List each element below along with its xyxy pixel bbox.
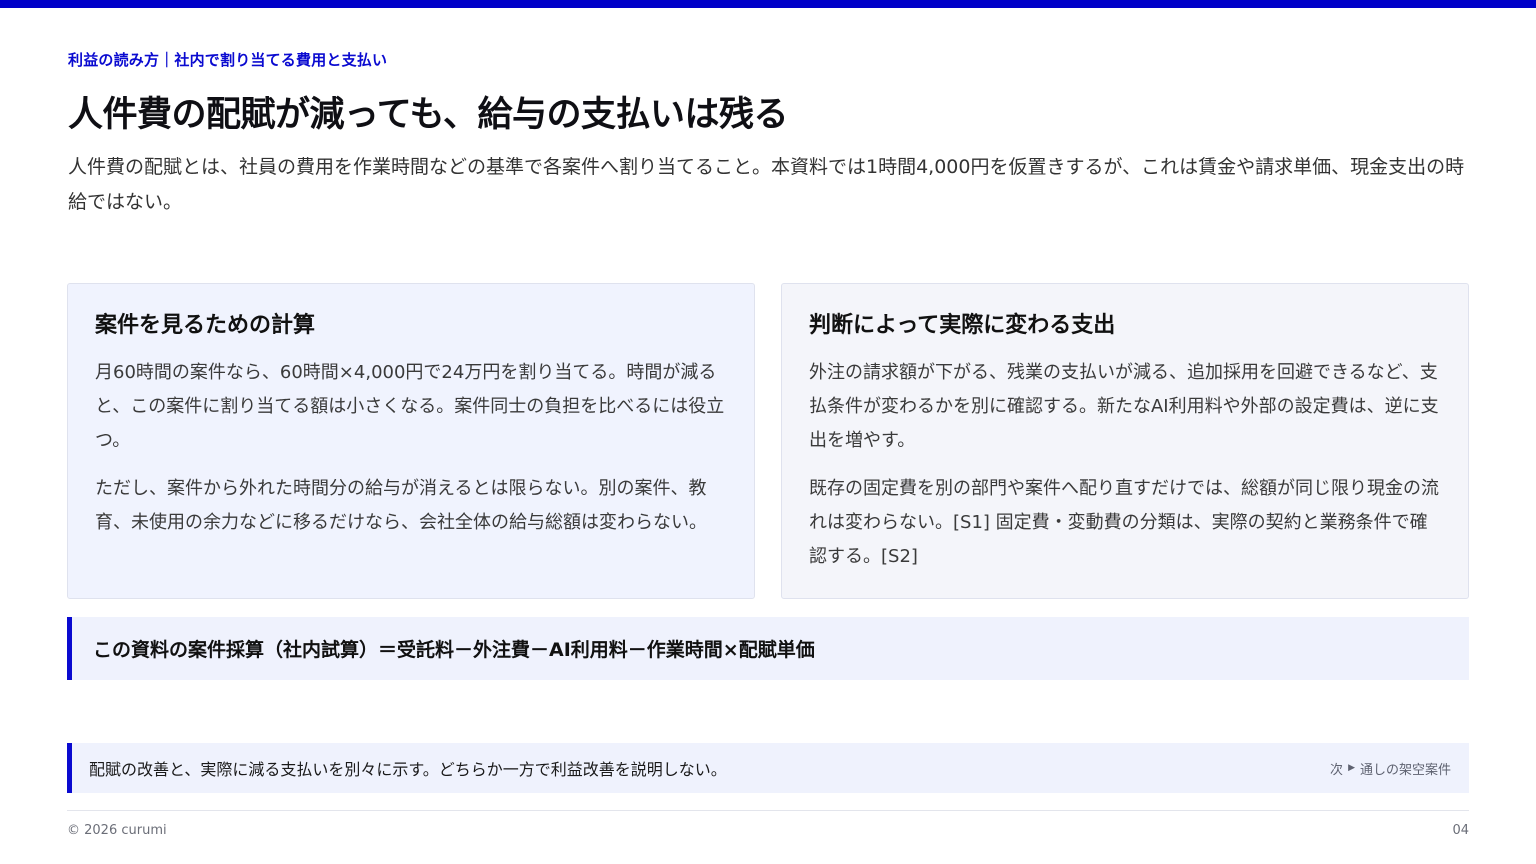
footer-divider <box>67 810 1469 811</box>
card-title: 案件を見るための計算 <box>95 313 316 338</box>
section-eyebrow: 利益の読み方｜社内で割り当てる費用と支払い <box>68 51 388 69</box>
top-accent-bar <box>0 0 1536 8</box>
card-paragraph: ただし、案件から外れた時間分の給与が消えるとは限らない。別の案件、教育、未使用の… <box>95 478 707 533</box>
lead-paragraph: 人件費の配賦とは、社員の費用を作業時間などの基準で各案件へ割り当てること。本資料… <box>68 156 1465 213</box>
next-label: 次 <box>1330 762 1344 778</box>
card-paragraph: 既存の固定費を別の部門や案件へ配り直すだけでは、総額が同じ限り現金の流れは変わら… <box>809 478 1439 567</box>
next-target: 通しの架空案件 <box>1359 762 1451 778</box>
copyright: © 2026 curumi <box>67 823 167 838</box>
card-actual-spending: 判断によって実際に変わる支出 外注の請求額が下がる、残業の支払いが減る、追加採用… <box>781 283 1469 599</box>
formula-text: この資料の案件採算（社内試算）＝受託料－外注費－AI利用料－作業時間×配賦単価 <box>93 639 815 661</box>
play-arrow-icon: ▶ <box>1348 763 1355 773</box>
card-project-calculation: 案件を見るための計算 月60時間の案件なら、60時間×4,000円で24万円を割… <box>67 283 755 599</box>
note-text: 配賦の改善と、実際に減る支払いを別々に示す。どちらか一方で利益改善を説明しない。 <box>89 760 727 779</box>
page-title: 人件費の配賦が減っても、給与の支払いは残る <box>68 95 788 135</box>
card-paragraph: 月60時間の案件なら、60時間×4,000円で24万円を割り当てる。時間が減ると… <box>95 362 725 451</box>
card-title: 判断によって実際に変わる支出 <box>809 313 1116 338</box>
next-link[interactable]: 次 ▶ 通しの架空案件 <box>1330 759 1451 778</box>
note-callout: 配賦の改善と、実際に減る支払いを別々に示す。どちらか一方で利益改善を説明しない。… <box>67 743 1469 793</box>
card-paragraph: 外注の請求額が下がる、残業の支払いが減る、追加採用を回避できるなど、支払条件が変… <box>809 362 1439 451</box>
page-number: 04 <box>1452 823 1469 838</box>
formula-callout: この資料の案件採算（社内試算）＝受託料－外注費－AI利用料－作業時間×配賦単価 <box>67 617 1469 680</box>
